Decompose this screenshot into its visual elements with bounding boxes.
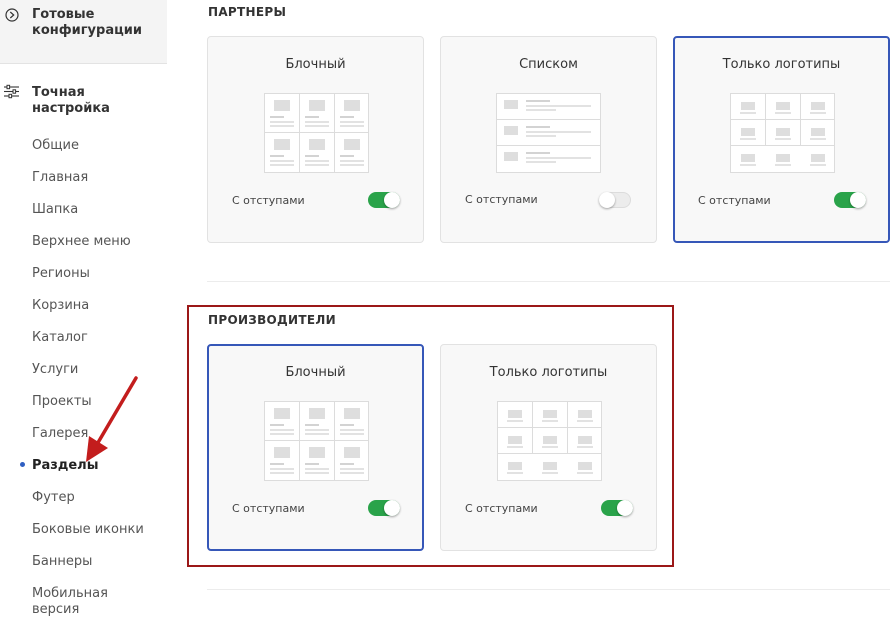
sidebar-item-top-menu[interactable]: Верхнее меню xyxy=(32,234,131,250)
manufacturers-card-logos[interactable]: Только логотипы С отступами xyxy=(440,344,657,551)
partners-card-list[interactable]: Списком С отступами xyxy=(440,36,657,243)
ready-configurations-label[interactable]: Готовые конфигурации xyxy=(32,7,162,39)
section-divider xyxy=(207,589,890,590)
section-divider xyxy=(207,281,890,282)
card-title: Только логотипы xyxy=(489,365,608,380)
manufacturers-card-block[interactable]: Блочный С отступами xyxy=(207,344,424,551)
toggle-knob xyxy=(617,500,633,516)
margins-toggle-label: С отступами xyxy=(698,194,771,207)
sidebar-item-catalog[interactable]: Каталог xyxy=(32,330,88,346)
ready-configurations-block[interactable]: Готовые конфигурации xyxy=(0,0,167,64)
logos-layout-thumbnail xyxy=(497,401,602,481)
precise-settings-label[interactable]: Точная настройка xyxy=(32,85,152,117)
margins-toggle-label: С отступами xyxy=(232,194,305,207)
sidebar-item-side-icons[interactable]: Боковые иконки xyxy=(32,522,144,538)
block-layout-thumbnail xyxy=(264,401,369,481)
toggle-knob xyxy=(384,500,400,516)
margins-toggle-label: С отступами xyxy=(465,502,538,515)
sidebar-item-footer[interactable]: Футер xyxy=(32,490,75,506)
ready-config-icon xyxy=(5,8,19,22)
sidebar-item-banners[interactable]: Баннеры xyxy=(32,554,92,570)
annotation-arrow xyxy=(86,376,138,462)
margins-toggle[interactable] xyxy=(834,192,866,208)
logos-layout-thumbnail xyxy=(730,93,835,173)
sidebar-item-header[interactable]: Шапка xyxy=(32,202,78,218)
margins-toggle[interactable] xyxy=(601,500,633,516)
sidebar-item-general[interactable]: Общие xyxy=(32,138,79,154)
sidebar-item-main[interactable]: Главная xyxy=(32,170,88,186)
sidebar-item-regions[interactable]: Регионы xyxy=(32,266,90,282)
toggle-knob xyxy=(384,192,400,208)
margins-toggle[interactable] xyxy=(368,500,400,516)
sidebar-item-cart[interactable]: Корзина xyxy=(32,298,89,314)
sidebar-item-mobile[interactable]: Мобильная версия xyxy=(32,586,122,618)
partners-card-block[interactable]: Блочный С отступами xyxy=(207,36,424,243)
card-title: Блочный xyxy=(285,57,346,72)
margins-toggle-label: С отступами xyxy=(465,193,538,206)
card-title: Только логотипы xyxy=(722,57,841,72)
manufacturers-section-title: ПРОИЗВОДИТЕЛИ xyxy=(208,313,336,327)
sidebar-item-services[interactable]: Услуги xyxy=(32,362,78,378)
card-title: Списком xyxy=(519,57,578,72)
list-layout-thumbnail xyxy=(496,93,601,173)
toggle-knob xyxy=(850,192,866,208)
margins-toggle[interactable] xyxy=(368,192,400,208)
sliders-icon xyxy=(4,84,19,99)
partners-section-title: ПАРТНЕРЫ xyxy=(208,5,287,19)
block-layout-thumbnail xyxy=(264,93,369,173)
active-item-bullet xyxy=(20,462,25,467)
card-title: Блочный xyxy=(285,365,346,380)
toggle-knob xyxy=(599,192,615,208)
margins-toggle-label: С отступами xyxy=(232,502,305,515)
margins-toggle[interactable] xyxy=(599,192,631,208)
partners-card-logos[interactable]: Только логотипы С отступами xyxy=(673,36,890,243)
